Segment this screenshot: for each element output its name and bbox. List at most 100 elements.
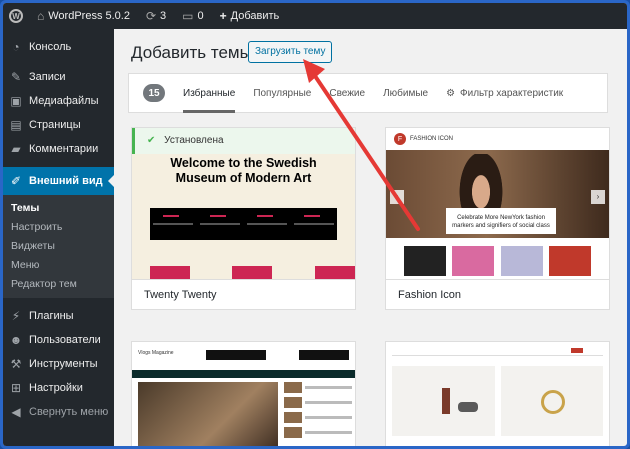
preview-nav [132,370,355,378]
theme-screenshot: ✔ Установлена Welcome to the Swedish Mus… [132,128,355,280]
appearance-submenu: Темы Настроить Виджеты Меню Редактор тем [3,195,114,298]
submenu-item-themes[interactable]: Темы [3,199,114,218]
preview-brand: FASHION ICON [410,136,454,142]
preview-banner [206,350,267,360]
sidebar-item-label: Медиафайлы [29,95,99,107]
main-content: Добавить темы Загрузить тему 15 Избранны… [114,29,627,446]
sidebar-item-appearance[interactable]: ✐ Внешний вид [3,167,114,195]
comment-icon: ▰ [11,142,21,156]
brush-icon: ✐ [10,174,22,188]
sidebar-item-label: Страницы [29,119,81,131]
users-icon: ☻ [9,333,23,347]
brand-logo-icon: F [394,133,406,145]
collapse-icon: ◀ [11,405,21,419]
sidebar-item-label: Консоль [29,41,72,53]
pin-icon: ✎ [10,70,22,84]
submenu-item-customize[interactable]: Настроить [3,218,114,237]
tab-latest[interactable]: Свежие [329,73,365,113]
sidebar-item-label: Свернуть меню [29,406,109,418]
sidebar-item-users[interactable]: ☻ Пользователи [3,328,114,352]
preview-block [150,266,190,280]
theme-screenshot: Vlogs Magazine [132,342,355,446]
preview-header: Vlogs Magazine [138,350,349,364]
feature-filter-button[interactable]: ⚙ Фильтр характеристик [446,73,563,113]
dashboard-icon: ◔ [12,40,20,54]
add-new-link[interactable]: + Добавить [212,3,288,29]
gear-icon: ⚙ [446,87,456,99]
caption-line: markers and signifiers of social class [452,223,550,229]
tab-favorites[interactable]: Любимые [383,73,428,113]
preview-caption: Celebrate More NewYork fashion markers a… [446,208,556,234]
sidebar-item-label: Пользователи [29,334,101,346]
plus-icon: + [219,9,227,23]
preview-block [315,266,355,280]
tab-featured[interactable]: Избранные [183,73,236,113]
checkmark-icon: ✔ [147,135,156,146]
screen-frame: W ⌂ WordPress 5.0.2 ⟳ 3 ▭ 0 + Добавить ◔… [0,0,630,449]
preview-header: F FASHION ICON [386,128,609,150]
updates-icon: ⟳ [145,9,157,23]
tab-popular[interactable]: Популярные [253,73,311,113]
preview-product-grid [392,366,603,436]
preview-hero: ‹ › Celebrate More NewYork fashion marke… [386,150,609,238]
sidebar-item-label: Комментарии [29,143,99,155]
preview-black-band [150,208,337,240]
sidebar-item-posts[interactable]: ✎ Записи [3,65,114,89]
chevron-right-icon: › [591,190,605,204]
collapse-menu-button[interactable]: ◀ Свернуть меню [3,400,114,424]
preview-sidebar [284,382,352,442]
installed-label: Установлена [164,135,224,146]
upload-theme-button[interactable]: Загрузить тему [248,41,333,63]
updates-count: 3 [160,10,167,22]
comments-link[interactable]: ▭ 0 [174,3,211,29]
feature-filter-label: Фильтр характеристик [460,87,564,99]
sidebar-item-dashboard[interactable]: ◔ Консоль [3,35,114,59]
sidebar-item-media[interactable]: ▣ Медиафайлы [3,89,114,113]
updates-link[interactable]: ⟳ 3 [138,3,174,29]
sidebar-item-plugins[interactable]: ⚡ Плагины [3,304,114,328]
media-icon: ▣ [10,94,22,108]
theme-card-twenty-twenty[interactable]: ✔ Установлена Welcome to the Swedish Mus… [131,127,356,310]
preview-block [232,266,272,280]
theme-name: Twenty Twenty [132,279,355,309]
theme-name: Fashion Icon [386,279,609,309]
admin-sidebar: ◔ Консоль ✎ Записи ▣ Медиафайлы ▤ Страни… [3,29,114,446]
page-icon: ▤ [10,118,22,132]
sidebar-item-label: Настройки [29,382,83,394]
sidebar-item-label: Записи [29,71,66,83]
submenu-item-widgets[interactable]: Виджеты [3,237,114,256]
preview-banner [298,350,349,360]
theme-screenshot: F FASHION ICON ‹ › Celebrate More NewYor… [386,128,609,280]
caption-line: Celebrate More NewYork fashion [457,215,545,221]
preview-thumbnails [404,246,591,276]
sidebar-item-label: Инструменты [29,358,98,370]
theme-card-shop[interactable] [385,341,610,446]
headline-line: Welcome to the Swedish [170,156,317,170]
theme-screenshot [386,342,609,446]
wordpress-logo-icon[interactable]: W [3,3,29,29]
chevron-left-icon: ‹ [390,190,404,204]
page-title: Добавить темы [131,43,252,62]
comments-count: 0 [197,10,204,22]
site-name-link[interactable]: ⌂ WordPress 5.0.2 [29,3,138,29]
sidebar-item-tools[interactable]: ⚒ Инструменты [3,352,114,376]
sidebar-item-pages[interactable]: ▤ Страницы [3,113,114,137]
theme-card-fashion-icon[interactable]: F FASHION ICON ‹ › Celebrate More NewYor… [385,127,610,310]
add-new-label: Добавить [230,10,280,22]
preview-brand: Vlogs Magazine [138,350,174,356]
preview-image [138,382,278,446]
site-name: WordPress 5.0.2 [48,10,130,22]
comment-icon: ▭ [182,9,194,23]
plugin-icon: ⚡ [11,309,21,323]
theme-preview-headline: Welcome to the Swedish Museum of Modern … [132,156,355,186]
headline-line: Museum of Modern Art [175,171,312,185]
wrench-icon: ⚒ [10,357,22,371]
preview-header [392,348,603,356]
sidebar-item-label: Внешний вид [29,175,103,187]
sidebar-item-comments[interactable]: ▰ Комментарии [3,137,114,161]
submenu-item-theme-editor[interactable]: Редактор тем [3,275,114,294]
submenu-item-menus[interactable]: Меню [3,256,114,275]
theme-card-vlogs-magazine[interactable]: Vlogs Magazine [131,341,356,446]
sidebar-item-label: Плагины [29,310,74,322]
sidebar-item-settings[interactable]: ⊞ Настройки [3,376,114,400]
